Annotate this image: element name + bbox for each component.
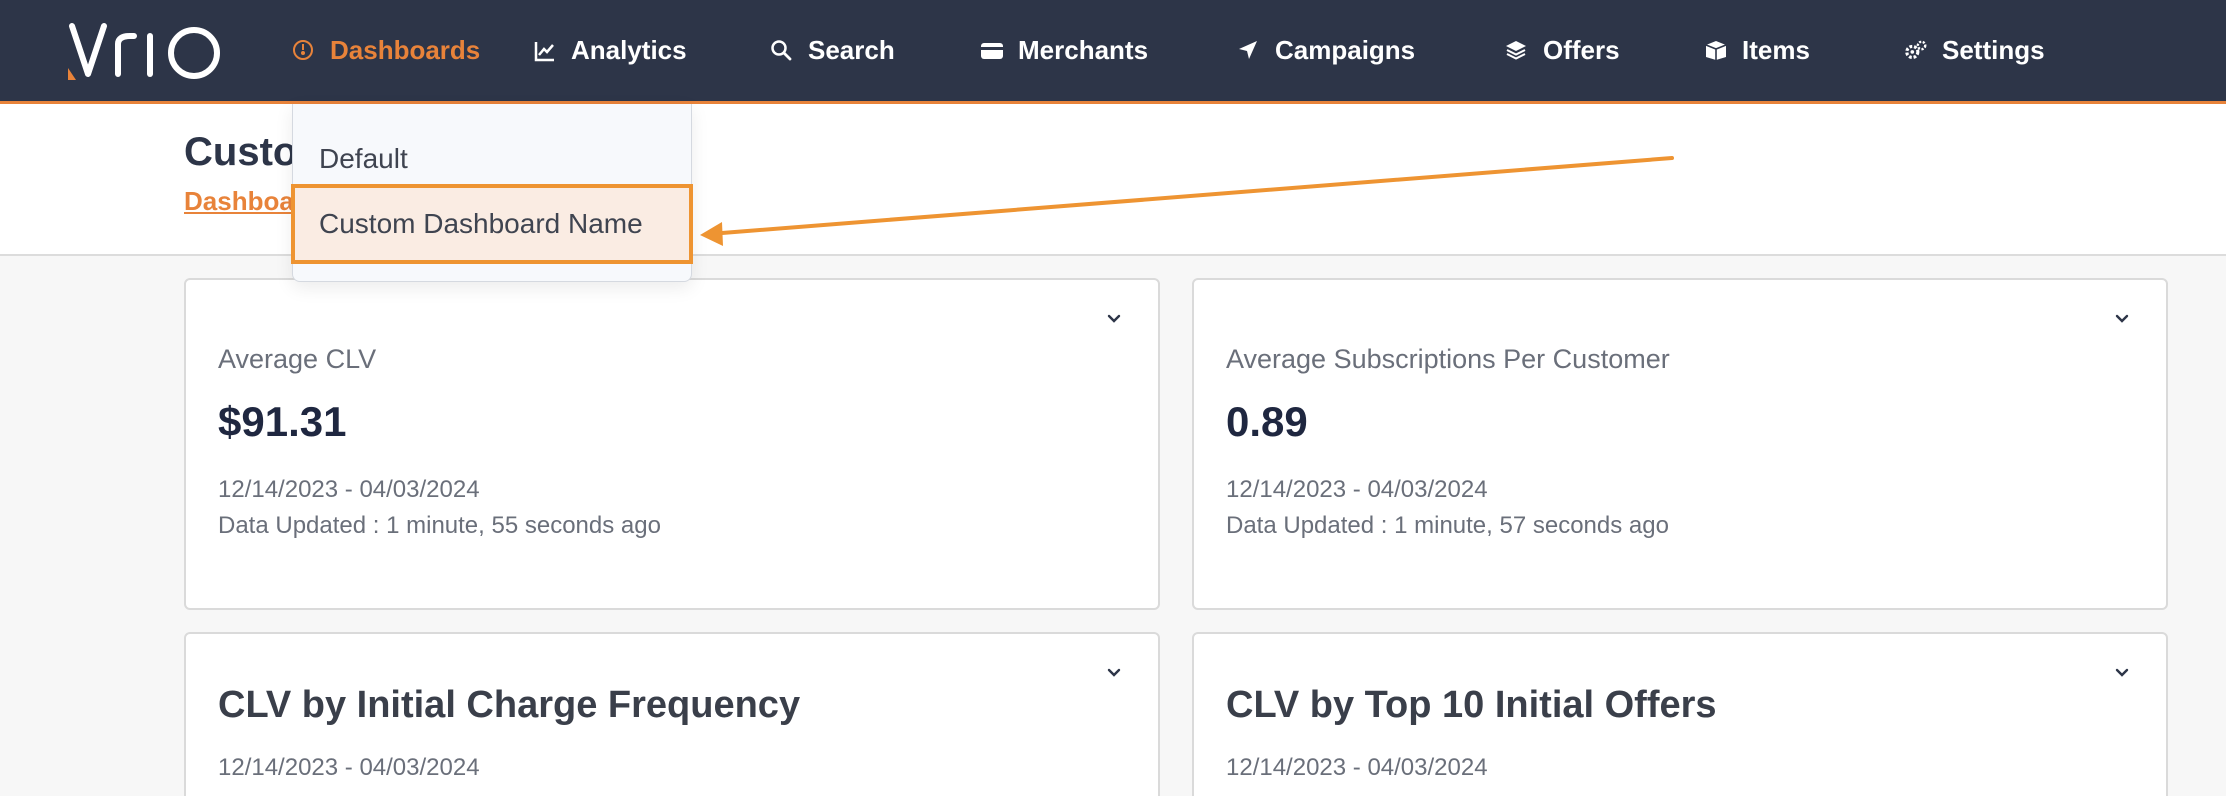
- nav-analytics-label: Analytics: [571, 35, 687, 65]
- credit-card-icon: [980, 39, 1004, 63]
- nav-offers[interactable]: Offers: [1505, 0, 1620, 101]
- clv-top-offers-card: CLV by Top 10 Initial Offers 12/14/2023 …: [1192, 632, 2168, 796]
- vrio-logo[interactable]: [68, 22, 226, 80]
- nav-campaigns-label: Campaigns: [1275, 35, 1416, 65]
- card-date-range: 12/14/2023 - 04/03/2024: [218, 754, 480, 781]
- nav-merchants-label: Merchants: [1018, 35, 1149, 65]
- chevron-down-icon[interactable]: [2112, 308, 2132, 328]
- nav-items[interactable]: Items: [1704, 0, 1810, 101]
- chevron-down-icon[interactable]: [1104, 662, 1124, 682]
- card-date-range: 12/14/2023 - 04/03/2024: [1226, 754, 1488, 781]
- card-label: Average CLV: [218, 344, 377, 374]
- nav-dashboards[interactable]: Dashboards: [292, 0, 480, 101]
- gears-icon: [1904, 39, 1928, 63]
- card-title: CLV by Initial Charge Frequency: [218, 684, 801, 726]
- line-chart-icon: [533, 39, 557, 63]
- card-title: CLV by Top 10 Initial Offers: [1226, 684, 1717, 726]
- average-clv-card: Average CLV $91.31 12/14/2023 - 04/03/20…: [184, 278, 1160, 610]
- top-navigation-bar: Dashboards Analytics Search Merchants Ca…: [0, 0, 2226, 104]
- nav-analytics[interactable]: Analytics: [533, 0, 687, 101]
- card-value: 0.89: [1226, 398, 1308, 445]
- clv-initial-charge-frequency-card: CLV by Initial Charge Frequency 12/14/20…: [184, 632, 1160, 796]
- dashboard-gauge-icon: [292, 39, 316, 63]
- dashboards-dropdown-menu: Default Custom Dashboard Name: [291, 104, 693, 282]
- card-updated-text: Data Updated : 1 minute, 57 seconds ago: [1226, 512, 1669, 539]
- average-subscriptions-card: Average Subscriptions Per Customer 0.89 …: [1192, 278, 2168, 610]
- dropdown-item-custom-dashboard[interactable]: Custom Dashboard Name: [291, 184, 693, 264]
- card-date-range: 12/14/2023 - 04/03/2024: [1226, 476, 1488, 503]
- breadcrumb-link[interactable]: Dashboa: [184, 186, 294, 217]
- nav-search[interactable]: Search: [770, 0, 895, 101]
- nav-campaigns[interactable]: Campaigns: [1237, 0, 1415, 101]
- nav-settings-label: Settings: [1942, 35, 2045, 65]
- nav-search-label: Search: [808, 35, 895, 65]
- layers-icon: [1505, 39, 1529, 63]
- card-updated-text: Data Updated : 1 minute, 55 seconds ago: [218, 512, 661, 539]
- card-date-range: 12/14/2023 - 04/03/2024: [218, 476, 480, 503]
- nav-merchants[interactable]: Merchants: [980, 0, 1148, 101]
- card-value: $91.31: [218, 398, 347, 445]
- nav-dashboards-label: Dashboards: [330, 35, 481, 65]
- box-icon: [1704, 39, 1728, 63]
- page-title: Custo: [184, 130, 298, 174]
- card-label: Average Subscriptions Per Customer: [1226, 344, 1670, 374]
- chevron-down-icon[interactable]: [1104, 308, 1124, 328]
- nav-settings[interactable]: Settings: [1904, 0, 2045, 101]
- nav-items-label: Items: [1742, 35, 1810, 65]
- search-icon: [770, 39, 794, 63]
- nav-offers-label: Offers: [1543, 35, 1620, 65]
- location-arrow-icon: [1237, 39, 1261, 63]
- chevron-down-icon[interactable]: [2112, 662, 2132, 682]
